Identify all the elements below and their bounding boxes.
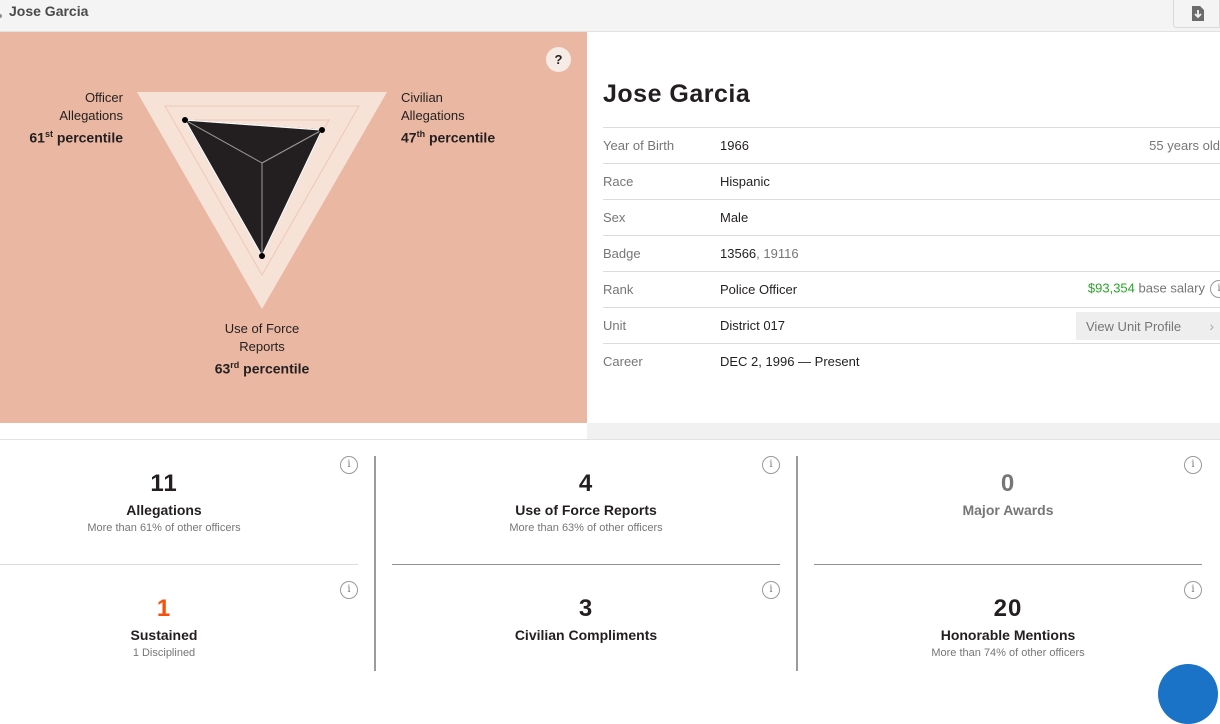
info-icon[interactable]: i [340, 456, 358, 474]
salary-value: $93,354 [1087, 280, 1135, 296]
info-label: Career [603, 354, 643, 369]
metric-value: 1 [156, 595, 172, 622]
info-row-birth: Year of Birth 1966 55 years old [603, 127, 1220, 163]
badge-previous: 19116 [763, 246, 799, 261]
info-label: Year of Birth [603, 138, 675, 153]
info-label: Race [603, 174, 634, 189]
info-icon[interactable]: i [340, 581, 358, 599]
info-row-badge: Badge 13566, 19116 [603, 235, 1220, 271]
axis-label-line2: Allegations [59, 108, 123, 123]
info-label: Badge [603, 246, 641, 261]
info-row-career: Career DEC 2, 1996 — Present [603, 343, 1220, 379]
info-value: District 017 [720, 318, 786, 333]
salary-label: base salary [1138, 280, 1205, 296]
info-icon[interactable]: i [762, 581, 780, 599]
info-row-sex: Sex Male [603, 199, 1220, 235]
column-divider [796, 456, 798, 671]
axis-label-line1: Officer [84, 90, 123, 105]
info-icon[interactable]: i [1184, 581, 1202, 599]
floating-action-button[interactable] [1158, 664, 1218, 724]
axis-percentile: 61st percentile [29, 129, 123, 146]
row-divider [0, 564, 358, 565]
download-button[interactable] [1173, 0, 1220, 28]
view-unit-profile-button[interactable]: View Unit Profile › [1076, 312, 1220, 340]
info-label: Sex [603, 210, 626, 225]
metric-description: More than 61% of other officers [87, 522, 241, 534]
badge-separator: , [756, 246, 760, 261]
metric-major-awards: 0 Major Awards [813, 470, 1203, 518]
axis-label-line1: Civilian [401, 90, 443, 105]
salary-block: $93,354 base salary i [1088, 280, 1220, 298]
age-text: 55 years old [1149, 138, 1220, 153]
metric-sustained: 1 Sustained 1 Disciplined [0, 595, 359, 659]
download-icon [1192, 6, 1204, 21]
metric-value: 11 [150, 470, 178, 497]
metric-value: 3 [578, 595, 594, 622]
salary-info-icon[interactable]: i [1210, 280, 1220, 298]
metric-name: Use of Force Reports [515, 502, 657, 518]
metric-name: Civilian Compliments [514, 627, 658, 643]
axis-label-line2: Allegations [401, 108, 465, 123]
radar-chart-panel: ? Officer Allegations 61st percentile Ci… [0, 32, 587, 423]
metric-description: More than 74% of other officers [931, 647, 1085, 659]
info-value: Hispanic [720, 174, 770, 189]
info-label: Rank [603, 282, 634, 297]
top-bar: Jose Garcia [0, 0, 1220, 32]
radar-point-civilian [319, 127, 325, 133]
chevron-right-icon: › [1209, 318, 1214, 334]
view-unit-profile-label: View Unit Profile [1086, 319, 1182, 334]
axis-label-line1: Use of Force [224, 321, 300, 336]
metric-civilian-compliments: 3 Civilian Compliments [391, 595, 781, 643]
radar-point-force [259, 253, 265, 259]
radar-point-officer [182, 117, 188, 123]
breadcrumb-dot [0, 14, 2, 18]
metric-name: Sustained [130, 627, 198, 643]
officer-name: Jose Garcia [603, 80, 751, 108]
officer-info-panel: Jose Garcia Year of Birth 1966 55 years … [587, 32, 1220, 423]
metric-honorable-mentions: 20 Honorable Mentions More than 74% of o… [813, 595, 1203, 659]
metric-name: Honorable Mentions [940, 627, 1076, 643]
section-gap [587, 423, 1220, 440]
row-divider [814, 564, 1202, 565]
axis-percentile: 47th percentile [401, 129, 496, 146]
info-row-unit: Unit District 017 View Unit Profile › [603, 307, 1220, 343]
metric-description: More than 63% of other officers [509, 522, 663, 534]
help-button[interactable]: ? [546, 47, 571, 72]
metric-name: Allegations [126, 502, 202, 518]
column-divider [374, 456, 376, 671]
info-icon[interactable]: i [1184, 456, 1202, 474]
info-value: Police Officer [720, 282, 798, 297]
metric-value: 0 [1000, 470, 1016, 497]
axis-percentile: 63rd percentile [214, 360, 310, 377]
metric-use-of-force: 4 Use of Force Reports More than 63% of … [391, 470, 781, 534]
info-value: 1966 [720, 138, 749, 153]
metric-value: 4 [578, 470, 594, 497]
page-title: Jose Garcia [9, 3, 89, 19]
section-divider [0, 439, 1220, 440]
metric-allegations: 11 Allegations More than 61% of other of… [0, 470, 359, 534]
info-value: DEC 2, 1996 — Present [720, 354, 860, 369]
metric-description: 1 Disciplined [132, 647, 196, 659]
radar-label-civilian-allegations: Civilian Allegations 47th percentile [401, 89, 541, 147]
badge-values: 13566, 19116 [720, 246, 799, 261]
row-divider [392, 564, 780, 565]
info-row-race: Race Hispanic [603, 163, 1220, 199]
info-row-rank: Rank Police Officer $93,354 base salary i [603, 271, 1220, 307]
officer-info-table: Year of Birth 1966 55 years old Race His… [603, 127, 1220, 379]
info-icon[interactable]: i [762, 456, 780, 474]
metric-value: 20 [993, 595, 1023, 622]
badge-current: 13566 [720, 246, 757, 261]
info-label: Unit [603, 318, 627, 333]
metric-name: Major Awards [962, 502, 1054, 518]
radar-label-officer-allegations: Officer Allegations 61st percentile [0, 89, 123, 147]
axis-label-line2: Reports [239, 339, 285, 354]
radar-label-use-of-force: Use of Force Reports 63rd percentile [180, 320, 344, 378]
info-value: Male [720, 210, 749, 225]
